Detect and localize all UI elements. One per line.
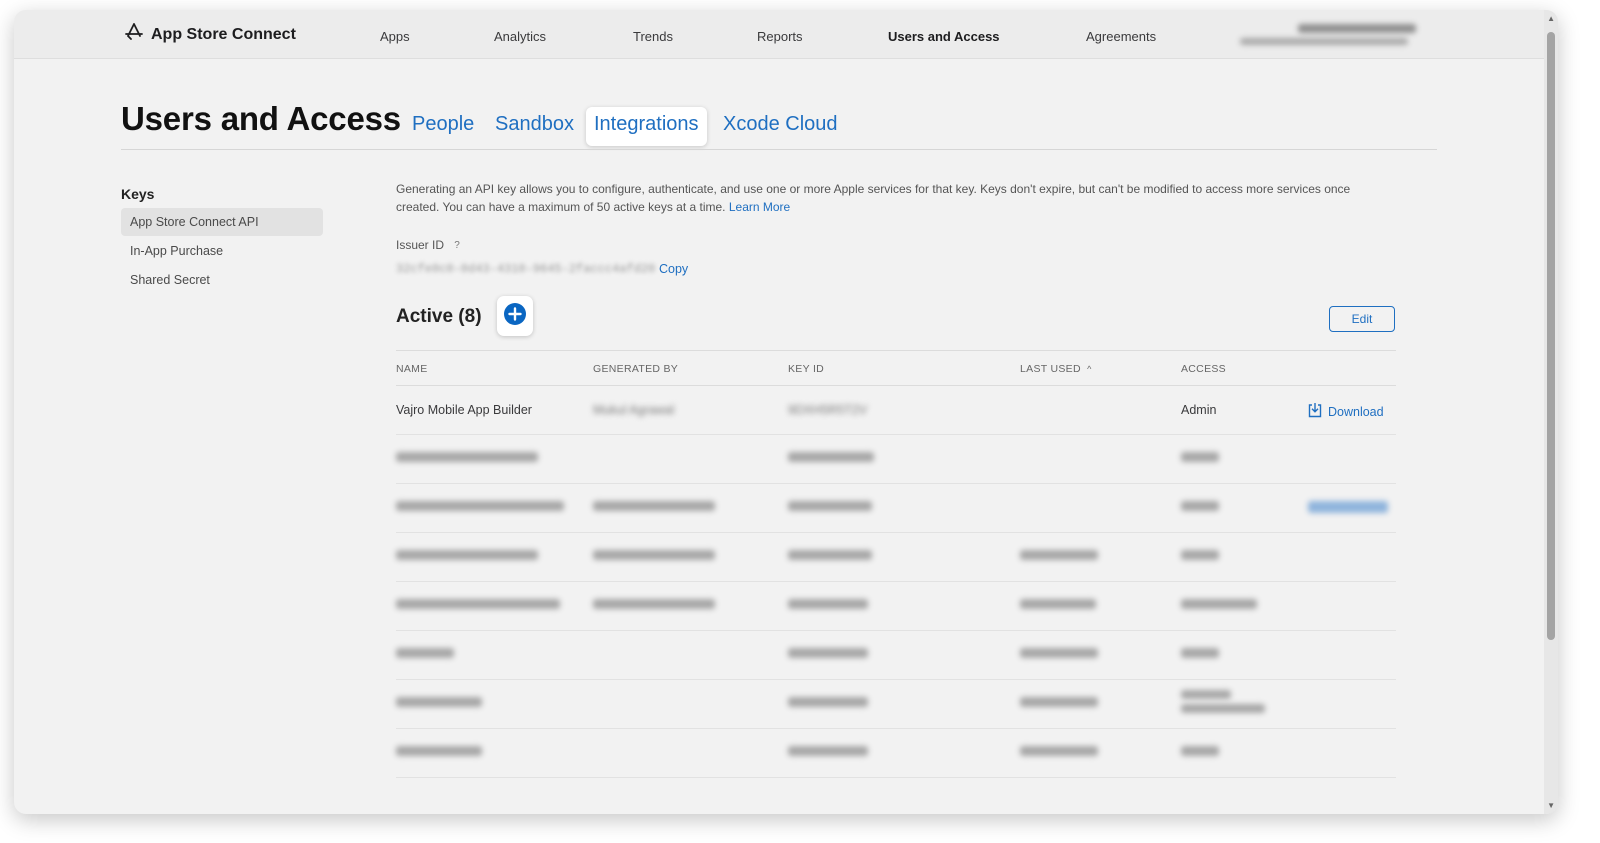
download-key-button[interactable]: Download — [1308, 402, 1384, 421]
tab-people[interactable]: People — [412, 113, 474, 136]
redacted-name — [396, 550, 538, 560]
redacted-name — [396, 746, 482, 756]
redacted-key-id — [788, 501, 872, 511]
issuer-id-label: Issuer ID ? — [396, 238, 464, 252]
redacted-name — [396, 599, 560, 609]
table-row[interactable] — [396, 484, 1396, 533]
issuer-id-label-text: Issuer ID — [396, 238, 445, 252]
issuer-id-value: 32cfe0c0-0d43-4310-9645-2faccc4afd20 — [396, 262, 656, 276]
scrollbar-thumb[interactable] — [1547, 32, 1555, 640]
table-row[interactable] — [396, 729, 1396, 778]
vertical-scrollbar[interactable]: ▲ ▼ — [1544, 10, 1558, 814]
brand[interactable]: App Store Connect — [124, 23, 296, 46]
nav-agreements[interactable]: Agreements — [1086, 29, 1156, 44]
redacted-last-used — [1020, 648, 1098, 658]
column-header-generated-by[interactable]: GENERATED BY — [593, 363, 678, 375]
redacted-name — [396, 697, 482, 707]
help-icon[interactable]: ? — [450, 238, 464, 252]
learn-more-link[interactable]: Learn More — [729, 200, 790, 214]
redacted-last-used — [1020, 550, 1098, 560]
access-level: Admin — [1181, 403, 1217, 417]
download-label: Download — [1328, 404, 1384, 419]
page-title: Users and Access — [121, 100, 401, 137]
redacted-access-second-line — [1181, 704, 1265, 713]
redacted-key-id — [788, 648, 868, 658]
nav-analytics[interactable]: Analytics — [494, 29, 546, 44]
table-row[interactable]: Vajro Mobile App Builder Mukul Agrawal 9… — [396, 386, 1396, 435]
redacted-access — [1181, 452, 1219, 462]
sidebar-item-in-app-purchase[interactable]: In-App Purchase — [121, 237, 323, 265]
key-id-redacted: 9DXH5R5T2V — [788, 403, 868, 417]
nav-trends[interactable]: Trends — [633, 29, 673, 44]
redacted-access — [1181, 690, 1231, 699]
redacted-name — [396, 452, 538, 462]
redacted-last-used — [1020, 697, 1098, 707]
table-row[interactable] — [396, 582, 1396, 631]
account-team-redacted — [1240, 38, 1408, 45]
edit-keys-button[interactable]: Edit — [1329, 306, 1395, 332]
scroll-up-arrow-icon[interactable]: ▲ — [1547, 14, 1555, 23]
redacted-access — [1181, 648, 1219, 658]
app-store-logo-icon — [124, 23, 144, 46]
app-window: App Store Connect Apps Analytics Trends … — [14, 10, 1558, 814]
add-key-button[interactable] — [497, 296, 533, 336]
scroll-down-arrow-icon[interactable]: ▼ — [1547, 801, 1555, 810]
redacted-access — [1181, 501, 1219, 511]
tab-integrations[interactable]: Integrations — [586, 107, 707, 146]
sidebar-heading: Keys — [121, 186, 155, 202]
redacted-access — [1181, 746, 1219, 756]
column-header-key-id[interactable]: KEY ID — [788, 363, 824, 375]
redacted-download[interactable] — [1308, 501, 1388, 513]
redacted-key-id — [788, 697, 868, 707]
redacted-name — [396, 501, 564, 511]
column-header-access[interactable]: ACCESS — [1181, 363, 1226, 375]
redacted-generated-by — [593, 501, 715, 511]
redacted-key-id — [788, 599, 868, 609]
redacted-access — [1181, 550, 1219, 560]
download-icon — [1308, 402, 1322, 421]
redacted-key-id — [788, 746, 868, 756]
sort-ascending-icon: ^ — [1087, 364, 1092, 374]
redacted-name — [396, 648, 454, 658]
redacted-last-used — [1020, 599, 1096, 609]
copy-issuer-id-link[interactable]: Copy — [659, 262, 688, 276]
nav-reports[interactable]: Reports — [757, 29, 803, 44]
plus-circle-icon — [503, 302, 527, 331]
nav-users-and-access[interactable]: Users and Access — [888, 29, 1000, 44]
tab-sandbox[interactable]: Sandbox — [495, 113, 574, 136]
table-row[interactable] — [396, 631, 1396, 680]
header-divider — [121, 149, 1437, 150]
redacted-key-id — [788, 550, 872, 560]
tab-xcode-cloud[interactable]: Xcode Cloud — [723, 113, 838, 136]
redacted-key-id — [788, 452, 874, 462]
brand-title: App Store Connect — [151, 25, 296, 43]
table-header: NAME GENERATED BY KEY ID LAST USED ^ ACC… — [396, 350, 1396, 386]
redacted-access — [1181, 599, 1257, 609]
api-key-description: Generating an API key allows you to conf… — [396, 180, 1386, 216]
active-keys-title: Active (8) — [396, 306, 482, 327]
table-row[interactable] — [396, 533, 1396, 582]
sidebar-item-app-store-connect-api[interactable]: App Store Connect API — [121, 208, 323, 236]
column-header-last-used[interactable]: LAST USED ^ — [1020, 363, 1092, 375]
top-nav-bar: App Store Connect Apps Analytics Trends … — [14, 10, 1558, 59]
description-text: Generating an API key allows you to conf… — [396, 182, 1351, 214]
nav-apps[interactable]: Apps — [380, 29, 410, 44]
account-name-redacted — [1298, 24, 1416, 33]
redacted-generated-by — [593, 550, 715, 560]
key-name: Vajro Mobile App Builder — [396, 403, 532, 417]
table-row[interactable] — [396, 680, 1396, 729]
generated-by-redacted: Mukul Agrawal — [593, 403, 675, 417]
last-used-label: LAST USED — [1020, 363, 1081, 375]
redacted-generated-by — [593, 599, 715, 609]
column-header-name[interactable]: NAME — [396, 363, 428, 375]
redacted-last-used — [1020, 746, 1098, 756]
api-keys-table: NAME GENERATED BY KEY ID LAST USED ^ ACC… — [396, 350, 1396, 778]
table-row[interactable] — [396, 435, 1396, 484]
sidebar-item-shared-secret[interactable]: Shared Secret — [121, 266, 323, 294]
account-menu[interactable] — [1240, 22, 1420, 48]
